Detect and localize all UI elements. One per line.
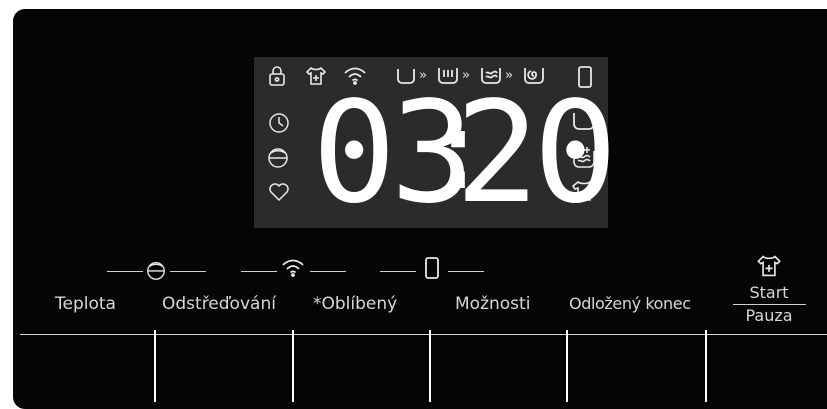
start-label: Start xyxy=(749,283,789,302)
button-separator xyxy=(154,330,156,402)
odlozeny-konec-button[interactable] xyxy=(568,335,704,404)
odstredovani-button[interactable] xyxy=(157,335,291,404)
spin-drum-icon xyxy=(145,259,167,281)
divider-line xyxy=(170,271,206,272)
time-minutes: 20 xyxy=(455,72,618,235)
phone-icon xyxy=(424,256,440,280)
divider-line xyxy=(310,271,346,272)
button-separator xyxy=(705,330,707,402)
spin-drum-icon xyxy=(266,146,290,168)
odlozeny-konec-label: Odložený konec xyxy=(569,294,691,313)
wifi-icon xyxy=(281,258,305,278)
start-pause-divider xyxy=(733,304,806,305)
button-separator xyxy=(292,330,294,402)
teplota-button[interactable] xyxy=(20,335,154,404)
lock-icon xyxy=(268,66,286,86)
oblibeny-button[interactable] xyxy=(295,335,429,404)
teplota-label: Teplota xyxy=(55,294,116,314)
pauza-label: Pauza xyxy=(745,306,793,325)
moznosti-label: Možnosti xyxy=(455,294,531,314)
clock-icon xyxy=(268,112,290,134)
divider-line xyxy=(448,271,484,272)
button-separator xyxy=(429,330,431,402)
button-separator xyxy=(566,330,568,402)
shirt-plus-icon xyxy=(756,254,782,278)
heart-icon xyxy=(268,182,290,202)
divider-line xyxy=(107,271,143,272)
divider-line xyxy=(241,271,277,272)
start-pauza-button[interactable] xyxy=(707,335,827,404)
moznosti-button[interactable] xyxy=(432,335,565,404)
divider-line xyxy=(380,271,416,272)
oblibeny-label: *Oblíbený xyxy=(313,294,398,314)
odstredovani-label: Odstřeďování xyxy=(162,294,276,314)
